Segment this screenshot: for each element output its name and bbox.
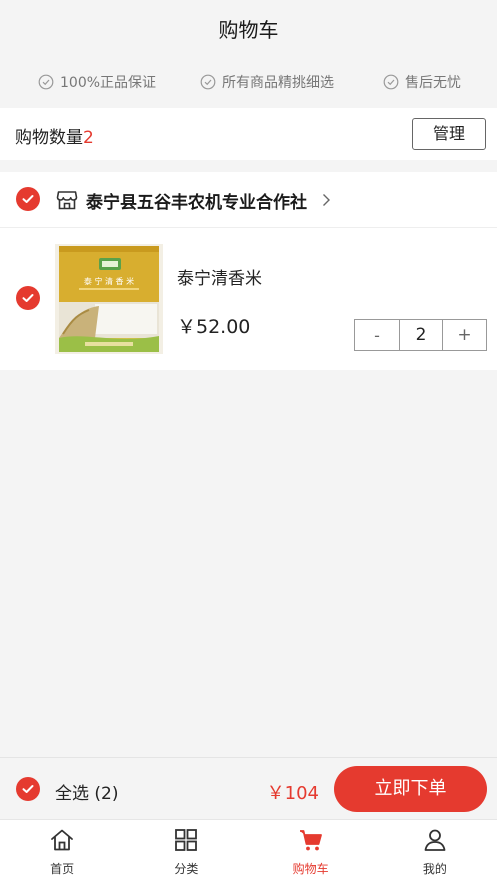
guarantee-bar: 100%正品保证 所有商品精挑细选 售后无忧 — [0, 72, 497, 94]
checkmark-icon — [22, 785, 34, 793]
cart-count-label: 购物数量 — [15, 128, 83, 148]
checkmark-icon — [22, 294, 34, 302]
check-circle-icon — [200, 74, 216, 90]
decrease-button[interactable]: - — [355, 320, 399, 350]
check-circle-icon — [38, 74, 54, 90]
tab-category[interactable]: 分类 — [124, 820, 248, 883]
header: 购物车 100%正品保证 所有商品精挑细选 售后无忧 — [0, 0, 497, 108]
place-order-button[interactable]: 立即下单 — [334, 766, 487, 812]
select-all-label[interactable]: 全选 (2) — [55, 779, 118, 804]
product-image[interactable]: 泰 宁 清 香 米 — [55, 244, 163, 354]
tab-mine[interactable]: 我的 — [373, 820, 497, 883]
cart-count: 购物数量2 — [15, 123, 94, 148]
store-header[interactable]: 泰宁县五谷丰农机专业合作社 — [0, 172, 497, 228]
select-all-checkbox[interactable] — [16, 777, 40, 801]
cart-count-number: 2 — [83, 128, 94, 148]
checkout-bar: 全选 (2) ￥104 立即下单 — [0, 757, 497, 819]
cart-icon — [299, 830, 322, 851]
guarantee-item: 所有商品精挑细选 — [200, 72, 334, 92]
guarantee-label: 100%正品保证 — [60, 75, 157, 91]
tab-label: 首页 — [50, 862, 75, 876]
total-price: ￥104 — [266, 783, 319, 804]
quantity-input[interactable]: 2 — [399, 320, 443, 350]
guarantee-label: 售后无忧 — [405, 75, 461, 91]
tab-bar: 首页 分类 购物车 我的 — [0, 819, 497, 883]
product-name[interactable]: 泰宁清香米 — [177, 264, 262, 289]
package-text: 泰 宁 清 香 米 — [84, 276, 134, 286]
product-checkbox[interactable] — [16, 286, 40, 310]
tab-label: 我的 — [422, 862, 447, 876]
checkmark-icon — [22, 195, 34, 203]
grid-icon — [175, 829, 198, 851]
tab-label: 购物车 — [292, 862, 329, 876]
store-icon — [56, 191, 78, 210]
tab-home[interactable]: 首页 — [0, 820, 124, 883]
store-name[interactable]: 泰宁县五谷丰农机专业合作社 — [86, 188, 307, 213]
home-icon — [51, 829, 74, 851]
guarantee-label: 所有商品精挑细选 — [222, 75, 334, 91]
chevron-right-icon[interactable] — [322, 193, 331, 207]
tab-cart[interactable]: 购物车 — [249, 820, 373, 883]
increase-button[interactable]: + — [443, 320, 486, 350]
rice-bag-image: 泰 宁 清 香 米 — [55, 244, 163, 354]
check-circle-icon — [383, 74, 399, 90]
guarantee-item: 售后无忧 — [383, 72, 461, 92]
quantity-stepper: - 2 + — [354, 319, 487, 351]
guarantee-item: 100%正品保证 — [38, 72, 156, 92]
user-icon — [424, 829, 446, 851]
tab-label: 分类 — [174, 862, 199, 876]
store-card: 泰宁县五谷丰农机专业合作社 泰 宁 清 香 米 泰宁清香米 ￥52.00 - 2… — [0, 172, 497, 370]
page-title: 购物车 — [218, 18, 279, 42]
cart-count-bar: 购物数量2 管理 — [0, 108, 497, 160]
product-price: ￥52.00 — [177, 316, 251, 338]
manage-button[interactable]: 管理 — [412, 118, 486, 150]
store-checkbox[interactable] — [16, 187, 40, 211]
